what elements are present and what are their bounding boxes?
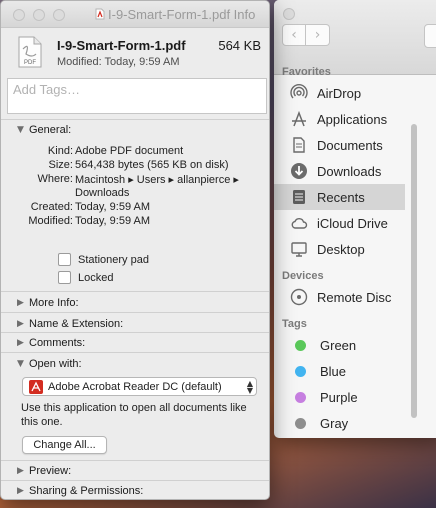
recents-icon <box>289 187 309 207</box>
finder-window: ‹ › Favorites AirDrop Applications Docum… <box>274 0 436 438</box>
favorites-heading: Favorites <box>282 66 331 78</box>
tag-label: Green <box>320 337 357 353</box>
general-label: General: <box>29 124 72 136</box>
disclosure-open-icon[interactable]: ▼ <box>17 125 25 135</box>
general-section[interactable]: ▼ General: <box>1 120 269 140</box>
sharing-permissions-section[interactable]: ▶ Sharing & Permissions: <box>1 481 269 499</box>
checkbox-box[interactable] <box>58 253 71 266</box>
close-button[interactable] <box>13 9 25 21</box>
downloads-icon <box>289 161 309 181</box>
back-button[interactable]: ‹ <box>282 24 306 46</box>
disclosure-closed-icon[interactable]: ▶ <box>17 486 25 496</box>
open-with-select[interactable]: Adobe Acrobat Reader DC (default) ▲ ▼ <box>22 377 257 396</box>
kind-value: Adobe PDF document <box>75 145 184 157</box>
checkbox-box[interactable] <box>58 271 71 284</box>
more-info-section[interactable]: ▶ More Info: <box>1 293 269 313</box>
created-value: Today, 9:59 AM <box>75 201 151 213</box>
kind-key: Kind: <box>47 145 73 157</box>
comments-section[interactable]: ▶ Comments: <box>1 333 269 353</box>
icloud-icon <box>289 213 309 233</box>
info-titlebar[interactable]: I-9-Smart-Form-1.pdf Info <box>1 1 269 28</box>
disclosure-open-icon[interactable]: ▼ <box>17 359 25 369</box>
file-size: 564 KB <box>218 38 261 53</box>
sidebar-item-label: Downloads <box>317 163 382 179</box>
window-title-text: I-9-Smart-Form-1.pdf Info <box>108 7 256 22</box>
more-info-label: More Info: <box>29 297 79 309</box>
disclosure-closed-icon[interactable]: ▶ <box>17 319 25 329</box>
comments-label: Comments: <box>29 337 86 349</box>
open-with-label: Open with: <box>29 358 82 370</box>
stationery-pad-checkbox[interactable]: Stationery pad <box>58 253 149 266</box>
tags-field[interactable]: Add Tags… <box>7 78 267 114</box>
where-value: Macintosh ▸ Users ▸ allanpierce ▸ <box>75 174 239 186</box>
sidebar-item-label: iCloud Drive <box>317 215 388 231</box>
modified-value: Today, 9:59 AM <box>75 215 151 227</box>
sidebar-item-label: Desktop <box>317 241 365 257</box>
window-title: I-9-Smart-Form-1.pdf Info <box>95 7 255 23</box>
airdrop-icon <box>289 83 309 103</box>
open-with-section[interactable]: ▼ Open with: <box>1 354 269 374</box>
pdf-mini-icon <box>95 8 105 23</box>
select-stepper-icon: ▲ ▼ <box>246 378 253 395</box>
stationery-label: Stationery pad <box>78 253 149 266</box>
preview-label: Preview: <box>29 465 72 477</box>
tag-label: Blue <box>320 363 347 379</box>
divider <box>1 291 269 292</box>
tag-label: Purple <box>320 389 358 405</box>
name-extension-label: Name & Extension: <box>29 318 124 330</box>
sidebar-scrollbar[interactable] <box>411 124 417 418</box>
finder-sidebar: Favorites AirDrop Applications Documents… <box>274 60 436 436</box>
tag-blue-dot-icon <box>295 365 306 377</box>
sidebar-item-label: Recents <box>317 189 365 205</box>
tag-green-dot-icon <box>295 339 306 351</box>
locked-checkbox[interactable]: Locked <box>58 271 113 284</box>
disclosure-closed-icon[interactable]: ▶ <box>17 298 25 308</box>
disclosure-closed-icon[interactable]: ▶ <box>17 466 25 476</box>
selected-app: Adobe Acrobat Reader DC (default) <box>48 380 222 393</box>
zoom-button[interactable] <box>53 9 65 21</box>
file-name: I-9-Smart-Form-1.pdf <box>57 38 186 53</box>
info-window: I-9-Smart-Form-1.pdf Info PDF I-9-Smart-… <box>0 0 270 500</box>
preview-section[interactable]: ▶ Preview: <box>1 461 269 481</box>
sharing-label: Sharing & Permissions: <box>29 485 144 497</box>
sidebar-item-label: Applications <box>317 111 388 127</box>
divider <box>1 312 269 313</box>
finder-nav: ‹ › <box>282 24 330 46</box>
desktop-icon <box>289 239 309 259</box>
applications-icon <box>289 109 309 129</box>
where-value-cont: Downloads <box>75 187 130 199</box>
modified-key: Modified: <box>28 215 73 227</box>
sidebar-item-label: Remote Disc <box>317 289 392 305</box>
acrobat-icon <box>29 379 43 394</box>
change-all-button[interactable]: Change All... <box>22 436 107 454</box>
size-value: 564,438 bytes (565 KB on disk) <box>75 159 229 171</box>
view-button[interactable] <box>424 24 436 48</box>
open-with-description: Use this application to open all documen… <box>21 402 247 428</box>
tag-label: Gray <box>320 415 349 431</box>
sidebar-item-recents[interactable]: Recents <box>274 184 405 210</box>
info-header: PDF I-9-Smart-Form-1.pdf 564 KB Modified… <box>1 28 269 76</box>
forward-button[interactable]: › <box>306 24 330 46</box>
locked-label: Locked <box>78 271 114 284</box>
sidebar-item-label: AirDrop <box>317 85 362 101</box>
sidebar-item-airdrop[interactable]: AirDrop <box>274 80 436 106</box>
where-key: Where: <box>37 173 73 185</box>
sidebar-item-label: Documents <box>317 137 383 153</box>
svg-text:PDF: PDF <box>24 60 36 66</box>
documents-icon <box>289 135 309 155</box>
size-key: Size: <box>48 159 73 171</box>
tag-gray-dot-icon <box>295 417 306 429</box>
created-key: Created: <box>30 201 73 213</box>
minimize-button[interactable] <box>33 9 45 21</box>
divider <box>1 352 269 353</box>
tag-purple-dot-icon <box>295 391 306 403</box>
disclosure-closed-icon[interactable]: ▶ <box>17 338 25 348</box>
pdf-file-icon: PDF <box>17 36 43 71</box>
disc-icon <box>289 287 309 307</box>
modified-summary: Modified: Today, 9:59 AM <box>57 56 180 68</box>
name-extension-section[interactable]: ▶ Name & Extension: <box>1 314 269 334</box>
finder-close-button[interactable] <box>283 8 295 20</box>
